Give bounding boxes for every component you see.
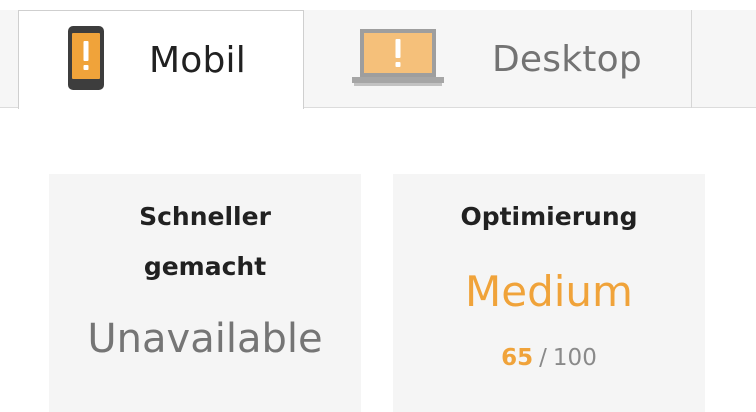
speed-card-title: Schneller gemacht [49, 192, 361, 292]
tab-desktop[interactable]: Desktop [304, 10, 692, 108]
optimization-score-separator: / [539, 345, 547, 371]
optimization-card: Optimierung Medium 65/100 [393, 174, 705, 412]
optimization-rating: Medium [465, 267, 633, 316]
optimization-score: 65/100 [393, 342, 705, 374]
speed-card-value: Unavailable [87, 316, 323, 362]
speed-card: Schneller gemacht Unavailable [49, 174, 361, 412]
optimization-card-title: Optimierung [460, 202, 638, 231]
optimization-score-max: 100 [552, 345, 597, 371]
laptop-warning-icon [352, 25, 444, 93]
device-tab-bar: Mobil Desktop [0, 10, 756, 109]
tab-mobile-label: Mobil [149, 39, 246, 81]
tab-desktop-label: Desktop [492, 38, 642, 80]
page: Mobil Desktop Schneller gemacht Unavaila… [0, 0, 756, 412]
speed-card-title-line2: gemacht [143, 252, 267, 281]
speed-card-title-line1: Schneller [139, 202, 271, 231]
optimization-score-value: 65 [501, 345, 534, 371]
tab-mobile[interactable]: Mobil [18, 10, 304, 109]
phone-warning-icon [67, 25, 105, 95]
